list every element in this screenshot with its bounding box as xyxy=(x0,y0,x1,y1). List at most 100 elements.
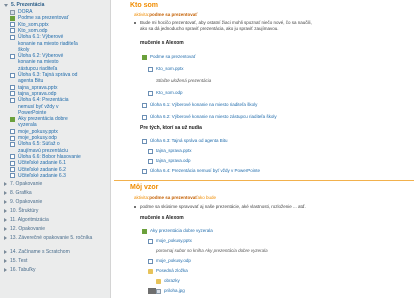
sidebar-item-label: zástupcu riaditeľa xyxy=(18,65,58,72)
sidebar-item[interactable]: zástupcu riaditeľa xyxy=(18,66,57,72)
sidebar-section-label: 9. Opakovanie xyxy=(10,199,43,205)
sidebar-section-9-opakovanie[interactable]: 9. Opakovanie xyxy=(4,199,42,205)
image-thumbnail[interactable] xyxy=(148,288,156,294)
sidebar-item[interactable]: moje_pokusy.pptx xyxy=(10,129,58,135)
sidebar-item[interactable]: tajna_sprava.odp xyxy=(10,91,56,97)
kto-som-bullet-text-2: ako sa dá jednoducho spraviť prezentácia… xyxy=(140,26,279,31)
subtitle-bold: podme sa prezentovať xyxy=(149,195,198,200)
chevron-right-icon xyxy=(4,268,7,272)
sidebar-item[interactable]: Učiteľské zadanie 6.1 xyxy=(10,160,66,166)
sidebar-item[interactable]: Aky prezentácia dobre xyxy=(10,116,68,122)
sidebar-item[interactable]: Úloha 6.3: Tajná správa od xyxy=(10,72,77,78)
sidebar-section-15-test[interactable]: 15. Test xyxy=(4,258,27,264)
activity-note: porovnaj subor so kniha Aky prezentácia … xyxy=(156,248,268,253)
chevron-right-icon xyxy=(4,182,7,186)
sidebar-section-8-grafika[interactable]: 8. Grafika xyxy=(4,190,32,196)
activity-label: Podme sa prezentovať xyxy=(150,54,196,59)
doc-icon xyxy=(10,167,15,172)
mulch-title: mučenie s Alexom xyxy=(140,215,184,221)
subtitle-prefix: aktivita: xyxy=(134,195,150,200)
sidebar-item[interactable]: vyzerala xyxy=(18,122,37,128)
activity-label: Úloha 6.3: Tajná správa od agenta Bitu xyxy=(150,138,228,143)
sidebar-item-label: Úloha 6.1: Výberové xyxy=(18,34,64,41)
activity-link[interactable]: Posedná zložka xyxy=(148,268,188,274)
sidebar-item[interactable]: Úloha 6.6: Bobor hlasovanie xyxy=(10,154,81,160)
activity-link[interactable]: Úloha 6.3: Tajná správa od agenta Bitu xyxy=(142,138,227,144)
sidebar-item[interactable]: PowerPointe xyxy=(18,110,46,116)
sidebar-item[interactable]: Učiteľské zadanie 6.3 xyxy=(10,173,66,179)
doc-icon xyxy=(10,85,15,91)
sidebar-section-label: 12. Opakovanie xyxy=(10,226,46,232)
activity-note: Stlačte uložená prezentácia xyxy=(156,78,211,83)
sidebar-section-7-opakovanie[interactable]: 7. Opakovanie xyxy=(4,181,42,187)
activity-label: obrazky xyxy=(164,278,180,283)
sidebar-item-label: PowerPointe xyxy=(18,109,47,116)
prel-title: Pre tých, ktorí sa už nudia xyxy=(140,125,202,131)
sidebar-item[interactable]: agenta Bitu xyxy=(18,78,43,84)
section-title-kto-som: Kto som xyxy=(130,2,158,9)
book-icon xyxy=(142,228,147,234)
activity-label: Úloha 6.2: Výberové konanie na miesto zá… xyxy=(150,114,277,119)
activity-link[interactable]: Úloha 6.2: Výberové konanie na miesto zá… xyxy=(142,114,277,120)
sidebar-section-label: 10. Štruktúry xyxy=(10,208,39,214)
sidebar-item[interactable]: konanie na miesto riaditeľa xyxy=(18,41,78,47)
activity-link[interactable]: Úloha 6.1: Výberové konanie na miesto ri… xyxy=(142,102,257,108)
sidebar-item[interactable]: Úloha 6.4: Prezentácia xyxy=(10,97,69,103)
bullet-dot-icon xyxy=(134,22,136,24)
kto-som-bullet-2: ako sa dá jednoducho spraviť prezentácia… xyxy=(140,26,278,32)
sidebar-item[interactable]: konanie na miesto xyxy=(18,59,59,65)
chevron-right-icon xyxy=(4,191,7,195)
sidebar-item[interactable]: Podme sa prezentovať xyxy=(10,15,69,21)
sidebar-item[interactable]: nemusí byť vždy v xyxy=(18,104,59,110)
sidebar-item[interactable]: školy xyxy=(18,47,29,53)
activity-link[interactable]: Úloha 6.4: Prezentácia nemusí byť vždy v… xyxy=(142,168,260,174)
sidebar-section-label: 15. Test xyxy=(10,258,28,264)
activity-label: priloha.jpg xyxy=(164,288,185,293)
sidebar-item[interactable]: Úloha 6.5: Súťaž o xyxy=(10,141,60,147)
bullet-dot-icon xyxy=(134,206,136,208)
doc-icon xyxy=(148,90,153,96)
sidebar-item[interactable]: tajna_sprava.pptx xyxy=(10,85,57,91)
doc-icon xyxy=(10,22,15,28)
book-icon xyxy=(10,116,15,122)
activity-link[interactable]: tajna_sprava.odp xyxy=(148,158,191,164)
activity-link[interactable]: moje_pokusy.odp xyxy=(148,258,191,264)
sidebar-item[interactable]: zaujímavú prezentáciu xyxy=(18,148,68,154)
file-icon xyxy=(156,288,161,294)
sidebar-item[interactable]: DORA xyxy=(10,9,32,15)
activity-label: Kto_som.pptx xyxy=(156,66,184,71)
kto-som-mulch-heading: mučenie s Alexom xyxy=(140,40,184,46)
course-index-sidebar: 5. Prezentácia DORA Podme sa prezentovať K… xyxy=(0,0,111,298)
sidebar-section-14-za-name-s-scratchom[interactable]: 14. Začíname s Scratchom xyxy=(4,249,70,255)
sidebar-item-label: Kto_som.pptx xyxy=(18,21,49,28)
activity-link[interactable]: Kto_som.pptx xyxy=(148,66,184,72)
sidebar-item[interactable]: Úloha 6.1: Výberové xyxy=(10,34,63,40)
activity-link[interactable]: moje_pokusy.pptx xyxy=(148,238,192,244)
sidebar-section-16-tabu-ky[interactable]: 16. Tabuľky xyxy=(4,267,36,273)
sidebar-item[interactable]: Úloha 6.2: Výberové xyxy=(10,53,63,59)
sidebar-item-label: Úloha 6.2: Výberové xyxy=(18,53,64,60)
activity-link[interactable]: priloha.jpg xyxy=(156,288,185,294)
sidebar-item[interactable]: Kto_som.pptx xyxy=(10,22,49,28)
sidebar-item[interactable]: Učiteľské zadanie 6.2 xyxy=(10,167,66,173)
sidebar-item[interactable]: Kto_som.odp xyxy=(10,28,47,34)
activity-link[interactable]: Podme sa prezentovať xyxy=(142,54,195,60)
activity-link[interactable]: obrazky xyxy=(156,278,180,284)
sidebar-section-presentation[interactable]: 5. Prezentácia xyxy=(4,2,44,8)
sidebar-section-13-z-vere-n-opakovanie-5-ro-n-ka[interactable]: 13. Záverečné opakovanie 5. ročníka xyxy=(4,235,92,241)
activity-link[interactable]: Kto_som.odp xyxy=(148,90,183,96)
activity-label: moje_pokusy.pptx xyxy=(156,238,192,243)
sidebar-item-label: DORA xyxy=(18,9,33,15)
kto-som-title: Kto som xyxy=(130,2,158,9)
sidebar-item-label: zaujímavú prezentáciu xyxy=(18,147,69,154)
doc-icon xyxy=(148,158,153,164)
doc-icon xyxy=(10,28,15,34)
sidebar-item-label: Učiteľské zadanie 6.1 xyxy=(18,160,66,167)
activity-link[interactable]: tajna_sprava.pptx xyxy=(148,148,192,154)
folder-icon xyxy=(156,278,161,284)
sidebar-section-12-opakovanie[interactable]: 12. Opakovanie xyxy=(4,226,45,232)
activity-link[interactable]: Aky prezentácia dobre vyzerala xyxy=(142,228,213,234)
sidebar-section-11-algoritmiz-cia[interactable]: 11. Algoritmizácia xyxy=(4,217,49,223)
sidebar-item-label: Kto_som.odp xyxy=(18,27,48,34)
sidebar-section-10-trukt-ry[interactable]: 10. Štruktúry xyxy=(4,208,38,214)
